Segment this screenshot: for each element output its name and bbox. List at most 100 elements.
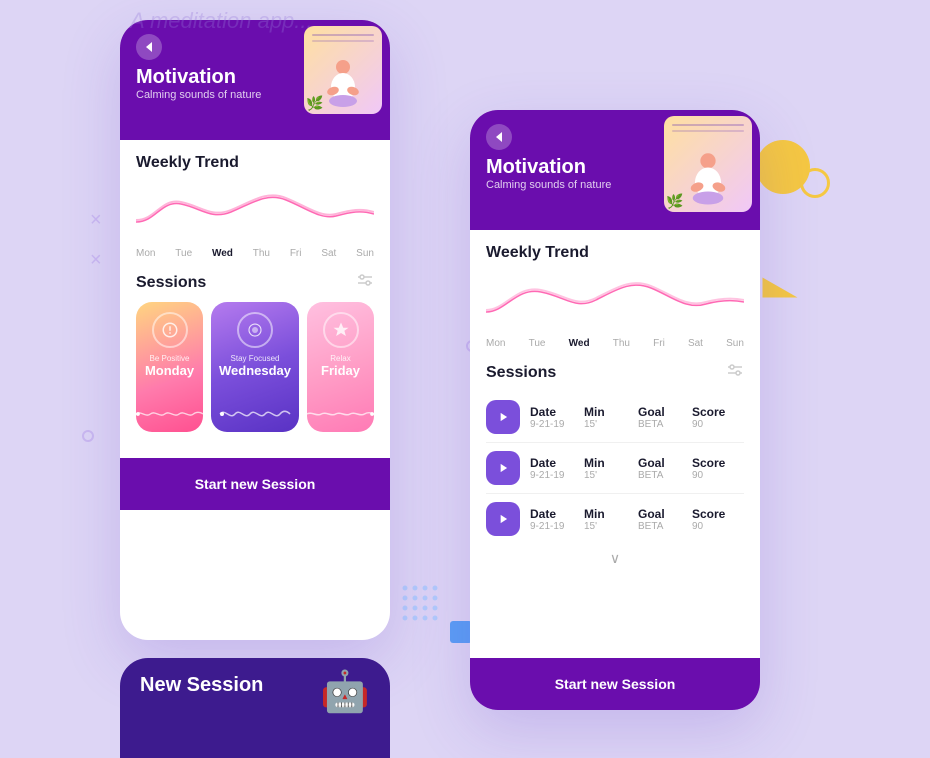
deco-triangle [763,278,798,298]
left-back-button[interactable] [136,34,162,60]
wednesday-sub: Stay Focused [231,354,280,363]
score-val-1: 90 [692,419,703,430]
play-btn-1[interactable] [486,400,520,434]
left-trend-chart [136,180,374,240]
day-sat: Sat [321,248,336,259]
min-label-1: Min [584,405,605,419]
date-col-2: Date 9-21-19 [530,456,570,481]
min-val-1: 15' [584,419,597,430]
play-btn-2[interactable] [486,451,520,485]
left-sessions-title: Sessions [136,274,206,292]
filter-icon[interactable] [356,273,374,292]
left-header: 🌿 Motivation Calming sounds of nature [120,20,390,140]
monday-day: Monday [145,363,194,378]
right-start-session-button[interactable]: Start new Session [470,658,760,710]
score-col-2: Score 90 [692,456,732,481]
date-label-3: Date [530,507,556,521]
monday-icon [152,312,188,348]
day-wed: Wed [212,248,233,259]
session-info-2: Date 9-21-19 Min 15' Goal BETA Score 90 [530,456,744,481]
session-row-2: Date 9-21-19 Min 15' Goal BETA Score 90 [486,443,744,494]
right-sessions-title: Sessions [486,364,556,382]
session-info-1: Date 9-21-19 Min 15' Goal BETA Score 90 [530,405,744,430]
goal-val-3: BETA [638,521,663,532]
left-body: Weekly Trend Mon Tue Wed Thu Fri Sat Sun… [120,140,390,458]
score-col-3: Score 90 [692,507,732,532]
chevron-down[interactable]: ∨ [486,544,744,573]
bottom-phone-illus: 🤖 [320,668,370,715]
min-col-3: Min 15' [584,507,624,532]
date-label-1: Date [530,405,556,419]
goal-col-1: Goal BETA [638,405,678,430]
goal-val-2: BETA [638,470,663,481]
right-back-button[interactable] [486,124,512,150]
left-start-session-button[interactable]: Start new Session [120,458,390,510]
right-body: Weekly Trend Mon Tue Wed Thu Fri Sat Sun… [470,230,760,587]
min-val-2: 15' [584,470,597,481]
r-day-wed: Wed [569,338,590,349]
bottom-phone-title: New Session [140,674,263,697]
left-subtitle: Calming sounds of nature [136,89,374,101]
left-sessions-header: Sessions [136,273,374,292]
r-day-sun: Sun [726,338,744,349]
date-val-1: 9-21-19 [530,419,564,430]
goal-col-2: Goal BETA [638,456,678,481]
score-label-3: Score [692,507,725,521]
right-trend-chart [486,270,744,330]
wednesday-day: Wednesday [219,363,291,378]
right-trend-title: Weekly Trend [486,244,744,262]
right-title: Motivation [486,156,744,179]
goal-col-3: Goal BETA [638,507,678,532]
session-card-monday[interactable]: Be Positive Monday [136,302,203,432]
session-row-3: Date 9-21-19 Min 15' Goal BETA Score 90 [486,494,744,544]
min-val-3: 15' [584,521,597,532]
wednesday-icon [237,312,273,348]
session-info-3: Date 9-21-19 Min 15' Goal BETA Score 90 [530,507,744,532]
right-header: 🌿 Motivation Calming sounds of nature [470,110,760,230]
friday-day: Friday [321,363,360,378]
deco-outline-circle [800,168,830,198]
score-label-1: Score [692,405,725,419]
session-row-1: Date 9-21-19 Min 15' Goal BETA Score 90 [486,392,744,443]
min-label-2: Min [584,456,605,470]
session-card-friday[interactable]: Relax Friday [307,302,374,432]
min-label-3: Min [584,507,605,521]
day-sun: Sun [356,248,374,259]
deco-circle-1 [82,430,94,442]
left-title: Motivation [136,66,374,89]
right-days-row: Mon Tue Wed Thu Fri Sat Sun [486,338,744,349]
r-day-tue: Tue [529,338,546,349]
date-col-3: Date 9-21-19 [530,507,570,532]
friday-sub: Relax [330,354,350,363]
date-val-2: 9-21-19 [530,470,564,481]
date-col-1: Date 9-21-19 [530,405,570,430]
score-val-2: 90 [692,470,703,481]
day-fri: Fri [290,248,302,259]
goal-label-1: Goal [638,405,665,419]
left-footer-label: Start new Session [195,476,316,492]
score-col-1: Score 90 [692,405,732,430]
goal-val-1: BETA [638,419,663,430]
right-phone: 🌿 Motivation Calming sounds of nature We… [470,110,760,710]
score-label-2: Score [692,456,725,470]
play-btn-3[interactable] [486,502,520,536]
min-col-2: Min 15' [584,456,624,481]
session-card-wednesday[interactable]: Stay Focused Wednesday [211,302,299,432]
date-label-2: Date [530,456,556,470]
right-footer-label: Start new Session [555,676,676,692]
day-mon: Mon [136,248,155,259]
r-day-thu: Thu [613,338,630,349]
monday-sub: Be Positive [149,354,189,363]
right-sessions-header: Sessions [486,363,744,382]
left-days-row: Mon Tue Wed Thu Fri Sat Sun [136,248,374,259]
goal-label-2: Goal [638,456,665,470]
right-subtitle: Calming sounds of nature [486,179,744,191]
day-tue: Tue [175,248,192,259]
day-thu: Thu [253,248,270,259]
r-day-mon: Mon [486,338,505,349]
left-phone: 🌿 Motivation Calming sounds of nature We… [120,20,390,640]
friday-icon [323,312,359,348]
right-filter-icon[interactable] [726,363,744,382]
right-session-rows: Date 9-21-19 Min 15' Goal BETA Score 90 [486,392,744,544]
left-session-cards: Be Positive Monday Stay Focused Wednesda… [136,302,374,432]
